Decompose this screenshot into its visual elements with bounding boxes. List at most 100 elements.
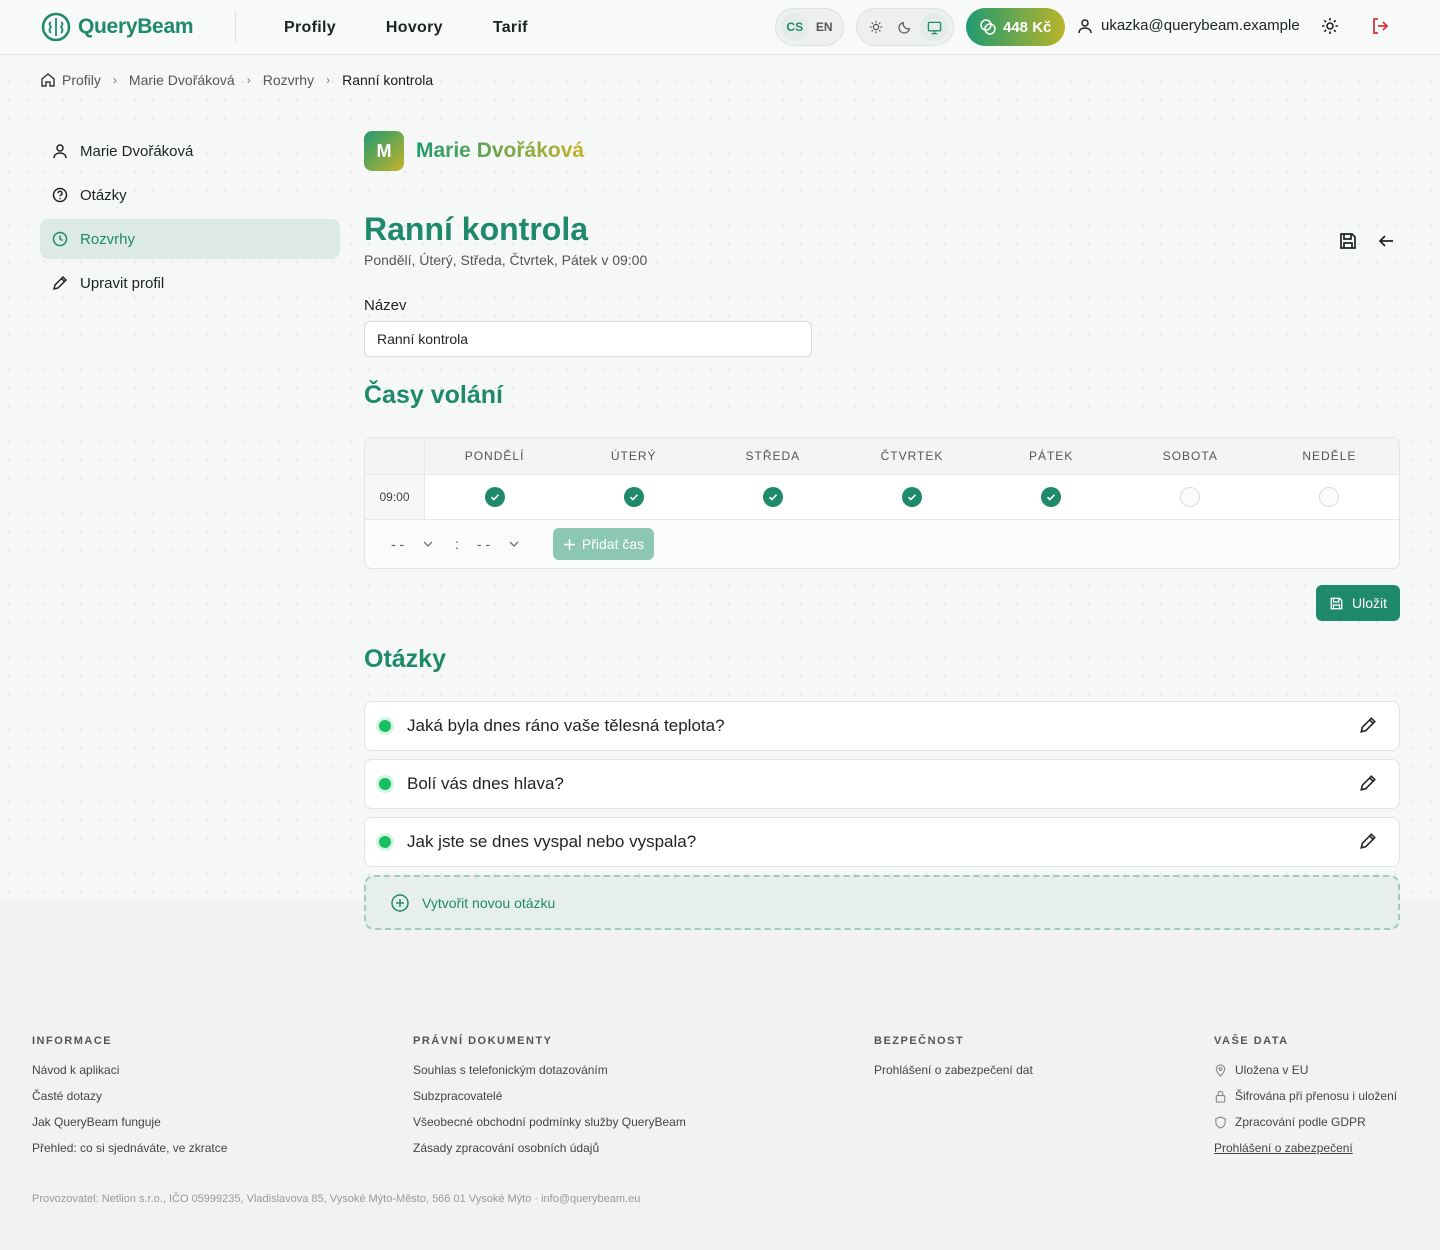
day-header: PONDĚLÍ — [464, 449, 525, 463]
active-status-dot — [379, 720, 391, 732]
footer-link[interactable]: Jak QueryBeam funguje — [32, 1109, 227, 1135]
question-item[interactable]: Bolí vás dnes hlava? — [364, 759, 1400, 809]
breadcrumb: Profily › Marie Dvořáková › Rozvrhy › Ra… — [40, 72, 433, 88]
lang-cs-button[interactable]: CS — [780, 13, 809, 41]
add-time-label: Přidat čas — [581, 536, 645, 552]
day-header: SOBOTA — [1162, 449, 1218, 463]
plus-icon — [563, 538, 575, 550]
day-cell — [1121, 475, 1260, 519]
minute-select[interactable]: - - — [477, 536, 533, 552]
footer-link[interactable]: Prohlášení o zabezpečení dat — [874, 1057, 1033, 1083]
user-menu[interactable]: ukazka@querybeam.example — [1077, 17, 1300, 34]
logout-button[interactable] — [1370, 16, 1390, 41]
profile-first-name: Marie — [416, 139, 471, 162]
chevron-right-icon: › — [112, 73, 117, 87]
day-cell — [425, 475, 564, 519]
save-button-label: Uložit — [1351, 595, 1387, 611]
arrow-left-icon — [1378, 235, 1393, 247]
sidebar-item-edit-profile[interactable]: Upravit profil — [40, 263, 340, 303]
schedule-time-row: 09:00 — [365, 475, 1399, 520]
footer-link[interactable]: Návod k aplikaci — [32, 1057, 227, 1083]
save-button[interactable]: Uložit — [1315, 585, 1400, 621]
save-icon — [1340, 233, 1356, 249]
logout-icon — [1373, 18, 1389, 34]
footer-link[interactable]: Všeobecné obchodní podmínky služby Query… — [413, 1109, 686, 1135]
sidebar-item-schedules[interactable]: Rozvrhy — [40, 219, 340, 259]
check-icon — [1047, 494, 1056, 501]
edit-question-button[interactable] — [1359, 774, 1377, 797]
question-item[interactable]: Jaká byla dnes ráno vaše tělesná teplota… — [364, 701, 1400, 751]
breadcrumb-label: Profily — [62, 72, 101, 88]
brain-logo-icon — [41, 12, 71, 42]
nav-profily[interactable]: Profily — [284, 19, 336, 37]
breadcrumb-profile[interactable]: Marie Dvořáková — [129, 72, 235, 88]
brand-name: QueryBeam — [78, 15, 194, 38]
save-icon-button[interactable] — [1338, 231, 1358, 256]
day-checkbox[interactable] — [901, 487, 922, 507]
profile-name: Marie Dvořáková — [416, 139, 584, 163]
question-item[interactable]: Jak jste se dnes vyspal nebo vyspala? — [364, 817, 1400, 867]
footer-link[interactable]: Přehled: co si sjednáváte, ve zkratce — [32, 1135, 227, 1161]
schedule-header-row: PONDĚLÍ ÚTERÝ STŘEDA ČTVRTEK PÁTEK SOBOT… — [365, 438, 1399, 475]
back-button[interactable] — [1376, 231, 1396, 256]
schedule-name-input[interactable] — [364, 321, 812, 357]
times-section-title: Časy volání — [364, 381, 503, 409]
day-checkbox[interactable] — [762, 487, 783, 507]
theme-switch — [856, 8, 954, 46]
moon-icon[interactable] — [891, 13, 919, 41]
monitor-icon[interactable] — [920, 13, 949, 41]
name-label: Název — [364, 297, 407, 314]
sidebar: Marie Dvořáková Otázky Rozvrhy Upravit p… — [40, 131, 340, 307]
sidebar-item-label: Marie Dvořáková — [80, 142, 194, 160]
page-subtitle: Pondělí, Úterý, Středa, Čtvrtek, Pátek v… — [364, 252, 648, 268]
breadcrumb-profily[interactable]: Profily — [40, 72, 101, 88]
nav-tarif[interactable]: Tarif — [493, 19, 528, 37]
time-label: 09:00 — [365, 475, 425, 519]
gear-icon — [1322, 18, 1338, 34]
edit-question-button[interactable] — [1359, 716, 1377, 739]
day-header: STŘEDA — [745, 449, 801, 463]
credit-badge[interactable]: 448 Kč — [966, 8, 1065, 46]
main-nav: Profily Hovory Tarif — [284, 19, 528, 37]
footer-link[interactable]: Souhlas s telefonickým dotazováním — [413, 1057, 686, 1083]
day-checkbox[interactable] — [1041, 487, 1062, 507]
title-actions — [1338, 231, 1396, 256]
sidebar-item-profile[interactable]: Marie Dvořáková — [40, 131, 340, 171]
create-question-button[interactable]: Vytvořit novou otázku — [364, 875, 1400, 930]
day-header: NEDĚLE — [1302, 449, 1357, 463]
active-status-dot — [379, 778, 391, 790]
title-row: Ranní kontrola Pondělí, Úterý, Středa, Č… — [364, 211, 1400, 268]
nav-hovory[interactable]: Hovory — [386, 19, 443, 37]
footer-info: INFORMACE Návod k aplikaci Časté dotazy … — [32, 1035, 227, 1161]
day-checkbox[interactable] — [1319, 487, 1340, 507]
sidebar-item-label: Upravit profil — [80, 274, 165, 292]
footer-link[interactable]: Subzpracovatelé — [413, 1083, 686, 1109]
chevron-down-icon — [423, 541, 433, 547]
avatar: M — [364, 131, 404, 171]
settings-button[interactable] — [1320, 16, 1340, 41]
sun-icon[interactable] — [862, 13, 890, 41]
footer-link[interactable]: Zásady zpracování osobních údajů — [413, 1135, 686, 1161]
lock-icon — [1215, 1090, 1226, 1103]
breadcrumb-schedules[interactable]: Rozvrhy — [263, 72, 314, 88]
schedule-corner — [365, 438, 425, 474]
day-checkbox[interactable] — [1180, 487, 1201, 507]
footer-link[interactable]: Časté dotazy — [32, 1083, 227, 1109]
logo[interactable]: QueryBeam — [40, 11, 194, 43]
footer-security-link[interactable]: Prohlášení o zabezpečení — [1214, 1135, 1397, 1161]
user-email: ukazka@querybeam.example — [1101, 17, 1300, 34]
footer-data-text: Uložena v EU — [1235, 1063, 1309, 1077]
edit-question-button[interactable] — [1359, 832, 1377, 855]
footer-data-text: Zpracování podle GDPR — [1235, 1115, 1366, 1129]
sidebar-item-questions[interactable]: Otázky — [40, 175, 340, 215]
active-status-dot — [379, 836, 391, 848]
day-checkbox[interactable] — [484, 487, 505, 507]
time-separator: : — [455, 536, 459, 552]
day-checkbox[interactable] — [623, 487, 644, 507]
questions-section-title: Otázky — [364, 645, 446, 673]
footer-heading: PRÁVNÍ DOKUMENTY — [413, 1035, 553, 1047]
footer: INFORMACE Návod k aplikaci Časté dotazy … — [0, 1000, 1440, 1250]
lang-en-button[interactable]: EN — [810, 13, 838, 41]
hour-select[interactable]: - - — [391, 536, 447, 552]
add-time-button[interactable]: Přidat čas — [552, 528, 655, 560]
